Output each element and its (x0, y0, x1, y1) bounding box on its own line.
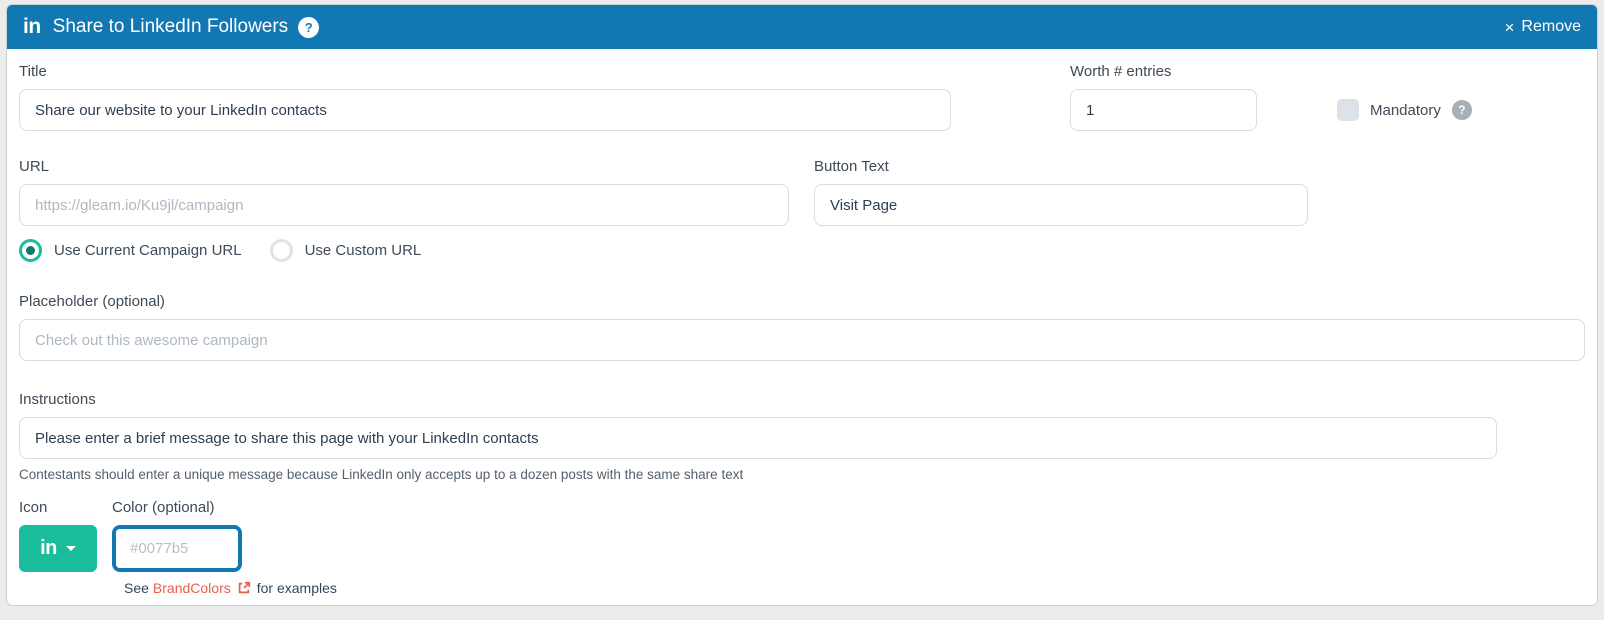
title-input[interactable] (19, 89, 951, 131)
share-linkedin-panel: in Share to LinkedIn Followers ? × Remov… (6, 4, 1598, 606)
color-input-focus-border (112, 525, 242, 572)
worth-field-group: Worth # entries (1070, 63, 1257, 131)
color-field-group: Color (optional) (112, 499, 252, 572)
title-field-group: Title (19, 63, 951, 131)
row-title-worth: Title Worth # entries Mandatory ? (19, 63, 1585, 131)
radio-use-custom-url[interactable]: Use Custom URL (269, 239, 422, 262)
brandcolors-link[interactable]: BrandColors (153, 580, 231, 596)
radio-unselected-icon[interactable] (269, 239, 293, 262)
instructions-input[interactable] (19, 417, 1497, 459)
title-label: Title (19, 63, 47, 80)
brandcolors-suffix: for examples (256, 580, 337, 596)
help-icon[interactable]: ? (298, 16, 320, 38)
mandatory-group: Mandatory ? (1337, 99, 1472, 121)
row-icon-color: Icon in Color (optional) (19, 499, 1585, 572)
panel-title: Share to LinkedIn Followers (52, 16, 289, 37)
color-input[interactable] (116, 529, 238, 568)
remove-label: Remove (1521, 18, 1581, 35)
mandatory-help-icon[interactable]: ? (1451, 100, 1472, 120)
mandatory-checkbox[interactable] (1337, 99, 1359, 121)
icon-label: Icon (19, 499, 48, 516)
instructions-label: Instructions (19, 391, 96, 408)
worth-entries-label: Worth # entries (1070, 63, 1172, 80)
brandcolors-hint: See BrandColors for examples (124, 580, 1585, 596)
instructions-field-group: Instructions (19, 391, 1497, 459)
url-mode-radio-group: Use Current Campaign URL Use Custom URL (19, 239, 1585, 262)
linkedin-icon: in (23, 15, 41, 38)
remove-button[interactable]: × Remove (1504, 18, 1581, 36)
placeholder-input[interactable] (19, 319, 1585, 361)
radio-use-current-campaign-url[interactable]: Use Current Campaign URL (19, 239, 242, 262)
row-url-buttontext: URL Button Text (19, 158, 1585, 226)
brandcolors-prefix: See (124, 580, 149, 596)
icon-dropdown-button[interactable]: in (19, 525, 97, 572)
row-placeholder: Placeholder (optional) (19, 293, 1585, 361)
icon-field-group: Icon in (19, 499, 112, 572)
linkedin-icon: in (40, 537, 57, 559)
row-instructions: Instructions (19, 391, 1585, 459)
url-field-group: URL (19, 158, 789, 226)
radio-label-current: Use Current Campaign URL (54, 242, 242, 259)
external-link-icon[interactable] (237, 581, 251, 595)
chevron-down-icon (65, 546, 76, 551)
radio-selected-icon[interactable] (19, 239, 42, 262)
panel-header: in Share to LinkedIn Followers ? × Remov… (7, 5, 1597, 49)
radio-label-custom: Use Custom URL (304, 242, 422, 259)
color-label: Color (optional) (112, 499, 215, 516)
url-label: URL (19, 158, 50, 175)
placeholder-label: Placeholder (optional) (19, 293, 165, 310)
button-text-label: Button Text (814, 158, 889, 175)
button-text-input[interactable] (814, 184, 1308, 226)
panel-body: Title Worth # entries Mandatory ? URL Bu… (7, 49, 1597, 596)
close-icon: × (1504, 17, 1515, 37)
button-text-field-group: Button Text (814, 158, 1308, 226)
worth-entries-input[interactable] (1070, 89, 1257, 131)
mandatory-label: Mandatory (1370, 101, 1441, 119)
url-input[interactable] (19, 184, 789, 226)
instructions-helper-text: Contestants should enter a unique messag… (19, 467, 744, 482)
placeholder-field-group: Placeholder (optional) (19, 293, 1585, 361)
